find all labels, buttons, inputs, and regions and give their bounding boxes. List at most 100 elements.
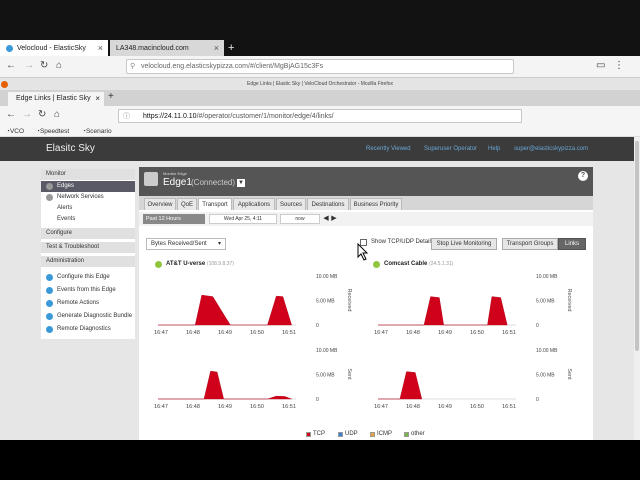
sidebar-item-label: Edges	[57, 183, 75, 189]
new-tab-icon[interactable]: +	[228, 40, 240, 56]
sidebar-section-administration[interactable]: Administration	[41, 256, 135, 267]
metric-select[interactable]: Bytes Received/Sent ▾	[146, 238, 226, 250]
close-icon[interactable]: ×	[214, 43, 219, 53]
brand-title: Elasitc Sky	[46, 143, 95, 154]
superuser-operator-link[interactable]: Superuser Operator	[424, 146, 477, 152]
back-icon[interactable]: ←	[6, 109, 16, 120]
y-tick-label: 0	[316, 323, 319, 329]
link-title-comcast: Comcast Cable (24.5.1.31)	[384, 261, 453, 267]
tab-transport[interactable]: Transport	[198, 198, 232, 210]
scrollbar-thumb[interactable]	[635, 141, 639, 351]
sidebar-section-test[interactable]: Test & Troubleshoot	[41, 242, 135, 253]
sidebar-item-edges[interactable]: Edges	[41, 181, 135, 192]
outer-tab-macincloud[interactable]: LA348.macincloud.com ×	[110, 40, 224, 56]
sidebar-item-events[interactable]: Events	[41, 214, 135, 225]
arrow-circle-icon	[46, 326, 53, 333]
forward-icon[interactable]: →	[24, 60, 34, 71]
sidebar-item-label: Remote Actions	[57, 300, 100, 306]
forward-icon[interactable]: →	[22, 109, 32, 120]
inner-address-bar[interactable]: ⓘ https://24.11.0.10/#/operator/customer…	[118, 109, 522, 123]
legend-tcp[interactable]: TCP	[306, 431, 325, 437]
tab-qoe[interactable]: QoE	[177, 198, 197, 210]
help-link[interactable]: Help	[488, 146, 500, 152]
sidebar-item-diagnostic-bundle[interactable]: Generate Diagnostic Bundle	[41, 311, 135, 322]
tab-sources[interactable]: Sources	[276, 198, 306, 210]
y-tick-label: 5.00 MB	[316, 299, 335, 305]
chevron-down-icon[interactable]: ▼	[237, 179, 245, 187]
sidebar-section-configure[interactable]: Configure	[41, 228, 135, 239]
cloud-icon	[46, 183, 53, 190]
tab-overview[interactable]: Overview	[144, 198, 176, 210]
page-scrollbar[interactable]	[634, 137, 640, 440]
time-end-field[interactable]: now	[280, 214, 320, 224]
sidebar-item-label: Network Services	[57, 194, 104, 200]
back-icon[interactable]: ←	[6, 60, 16, 71]
outer-address-bar[interactable]: ⚲ velocloud.eng.elasticskypizza.com/#/cl…	[126, 59, 514, 74]
sidebar-item-events-edge[interactable]: Events from this Edge	[41, 285, 135, 296]
series-area-tcp	[378, 371, 423, 400]
legend-swatch	[404, 431, 409, 437]
home-icon[interactable]: ⌂	[54, 109, 60, 120]
link-name: Comcast Cable	[384, 261, 428, 267]
legend-label: other	[411, 431, 425, 437]
url-path: /#/operator/customer/1/monitor/edge/4/li…	[196, 113, 334, 120]
time-start-field[interactable]: Wed Apr 25, 4:11	[209, 214, 277, 224]
legend-other[interactable]: other	[404, 431, 425, 437]
home-icon[interactable]: ⌂	[56, 60, 62, 71]
edge-name: Edge1	[163, 177, 192, 188]
bookmark-scenario[interactable]: ◔ Scenario	[82, 126, 112, 137]
close-icon[interactable]: ×	[95, 92, 100, 106]
legend-icmp[interactable]: ICMP	[370, 431, 392, 437]
link-title-att: AT&T U-verse (108.9.8.37)	[166, 261, 234, 267]
arrow-circle-icon	[46, 300, 53, 307]
user-email-link[interactable]: super@elasticskypizza.com	[514, 146, 588, 152]
prev-arrow-icon[interactable]: ◀	[322, 214, 330, 224]
stop-live-monitoring-button[interactable]: Stop Live Monitoring	[431, 238, 497, 250]
x-tick-label: 16:49	[438, 404, 452, 410]
tab-favicon-icon	[6, 44, 13, 52]
sidebar-item-label: Generate Diagnostic Bundle	[57, 313, 133, 319]
y-tick-label: 0	[536, 397, 539, 403]
reload-icon[interactable]: ↻	[38, 109, 46, 120]
tab-destinations[interactable]: Destinations	[307, 198, 349, 210]
sidebar-item-alerts[interactable]: Alerts	[41, 203, 135, 214]
x-tick-label: 16:49	[218, 404, 232, 410]
help-icon[interactable]: ?	[578, 171, 588, 181]
inner-tab-edge-links[interactable]: Edge Links | Elastic Sky ×	[8, 92, 104, 106]
new-tab-icon[interactable]: +	[108, 91, 114, 102]
sidebar-section-monitor[interactable]: Monitor	[41, 169, 135, 180]
tab-applications[interactable]: Applications	[233, 198, 275, 210]
url-host: https://24.11.0.10	[143, 113, 197, 120]
legend-label: TCP	[313, 431, 325, 437]
inner-tab-bar: Edge Links | Elastic Sky × +	[0, 81, 640, 106]
sidebar-item-configure-edge[interactable]: Configure this Edge	[41, 272, 135, 283]
legend-udp[interactable]: UDP	[338, 431, 358, 437]
time-range-select[interactable]: Past 12 Hours	[143, 214, 205, 224]
series-area-tcp	[158, 294, 292, 326]
close-icon[interactable]: ×	[98, 43, 103, 53]
bookmark-speedtest[interactable]: ◔ Speedtest	[36, 126, 69, 137]
y-axis-label: Received	[566, 289, 572, 312]
recently-viewed-link[interactable]: Recently Viewed	[366, 146, 411, 152]
extension-icon[interactable]: ▭	[596, 60, 605, 71]
links-button[interactable]: Links	[558, 238, 586, 250]
outer-tab-velocloud[interactable]: Velocloud - ElasticSky ×	[0, 40, 108, 56]
tabs-row: Overview QoE Transport Applications Sour…	[139, 196, 593, 210]
x-tick-label: 16:47	[374, 330, 388, 336]
bookmark-vco[interactable]: ◔ VCO	[6, 126, 24, 137]
menu-icon[interactable]: ⋮	[614, 60, 624, 71]
sidebar-item-remote-diagnostics[interactable]: Remote Diagnostics	[41, 324, 135, 335]
transport-groups-button[interactable]: Transport Groups	[502, 238, 558, 250]
reload-icon[interactable]: ↻	[40, 60, 48, 71]
sidebar-item-network-services[interactable]: Network Services	[41, 192, 135, 203]
bookmark-label: Speedtest	[39, 128, 70, 135]
tab-business-priority[interactable]: Business Priority	[350, 198, 402, 210]
sidebar-item-label: Alerts	[57, 205, 73, 211]
x-tick-label: 16:50	[470, 404, 484, 410]
outer-tab-label: LA348.macincloud.com	[116, 44, 189, 52]
sidebar-item-remote-actions[interactable]: Remote Actions	[41, 298, 135, 309]
sidebar: Monitor Edges Network Services Alerts Ev…	[41, 169, 135, 339]
next-arrow-icon[interactable]: ▶	[330, 214, 338, 224]
y-axis-label: Sent	[566, 368, 572, 380]
metric-select-label: Bytes Received/Sent	[151, 241, 207, 247]
